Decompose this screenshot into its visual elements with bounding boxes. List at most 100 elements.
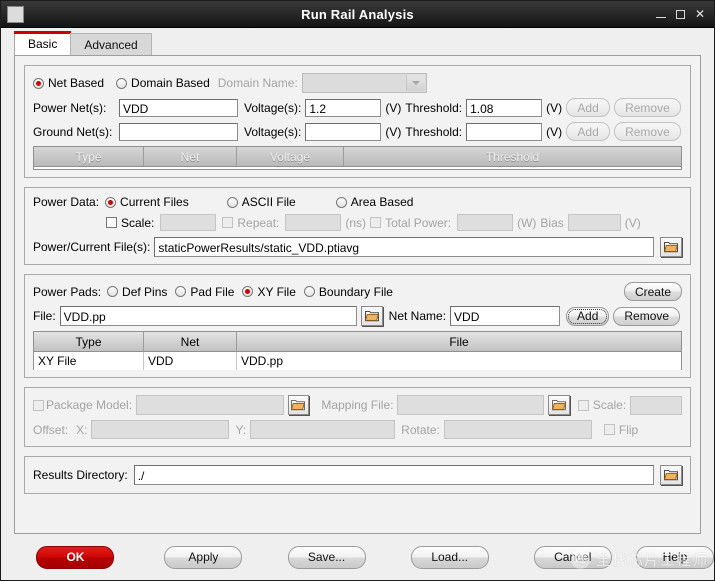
load-button[interactable]: Load...	[410, 545, 489, 569]
results-input[interactable]: ./	[133, 465, 654, 485]
pads-table-body: XY File VDD VDD.pp	[34, 352, 681, 370]
save-button[interactable]: Save...	[287, 545, 366, 569]
pads-table-header-file: File	[449, 334, 469, 349]
ground-net-label: Ground Net(s):	[33, 124, 113, 139]
power-net-input[interactable]: VDD	[119, 98, 238, 117]
dialog-button-bar: OK Apply Save... Load... Cancel Help	[1, 534, 714, 580]
chevron-down-icon[interactable]	[405, 75, 425, 91]
power-file-browse-button[interactable]	[660, 237, 682, 257]
package-scale-input[interactable]	[630, 395, 683, 415]
power-file-input[interactable]: staticPowerResults/static_VDD.ptiavg	[154, 237, 654, 257]
package-model-input[interactable]	[136, 395, 284, 415]
pads-row-type: XY File	[34, 352, 144, 370]
total-power-checkbox[interactable]	[370, 217, 382, 228]
pads-table[interactable]: Type Net File XY File VDD VDD.pp	[33, 331, 682, 370]
power-net-row: Power Net(s): VDD Voltage(s): 1.2 (V) Th…	[33, 98, 682, 117]
package-model-browse-button[interactable]	[287, 395, 310, 415]
pad-remove-button[interactable]: Remove	[613, 306, 681, 326]
net-based-label[interactable]: Net Based	[48, 76, 104, 90]
ground-add-button[interactable]: Add	[566, 122, 611, 141]
maximize-icon[interactable]	[675, 9, 685, 19]
ok-button-label: OK	[66, 550, 85, 564]
boundary-file-label[interactable]: Boundary File	[319, 285, 393, 299]
ok-button[interactable]: OK	[36, 545, 115, 569]
domain-based-label[interactable]: Domain Based	[131, 76, 210, 90]
boundary-file-radio[interactable]	[303, 286, 315, 297]
domain-name-select[interactable]	[301, 73, 427, 93]
current-files-radio[interactable]	[105, 196, 117, 208]
tab-bar: Basic Advanced	[1, 28, 714, 55]
create-button[interactable]: Create	[623, 282, 682, 301]
apply-button[interactable]: Apply	[164, 545, 243, 569]
power-threshold-input[interactable]: 1.08	[466, 98, 543, 117]
def-pins-radio[interactable]	[107, 286, 119, 297]
def-pins-label[interactable]: Def Pins	[122, 285, 167, 299]
pads-table-header-net: Net	[144, 332, 237, 351]
power-data-label: Power Data:	[33, 195, 100, 209]
xy-file-label[interactable]: XY File	[257, 285, 295, 299]
power-threshold-unit: (V)	[546, 100, 563, 115]
current-files-label[interactable]: Current Files	[120, 195, 189, 209]
net-name-label: Net Name:	[388, 309, 447, 323]
ground-threshold-input[interactable]	[466, 122, 543, 141]
net-based-radio[interactable]	[33, 77, 44, 89]
mapping-file-browse-button[interactable]	[547, 395, 570, 415]
package-scale-label: Scale:	[592, 398, 627, 412]
package-scale-checkbox[interactable]	[577, 399, 589, 411]
help-button[interactable]: Help	[635, 545, 714, 569]
table-row[interactable]: XY File VDD VDD.pp	[34, 352, 681, 370]
offset-x-label: X:	[76, 422, 88, 437]
tab-advanced[interactable]: Advanced	[70, 33, 152, 55]
package-model-row: Package Model: Mapping File: Scale:	[33, 395, 683, 415]
folder-icon	[664, 242, 678, 253]
domain-based-radio[interactable]	[116, 77, 128, 89]
title-bar: Run Rail Analysis ✕	[1, 1, 714, 28]
results-browse-button[interactable]	[660, 465, 682, 485]
pad-file-browse-button[interactable]	[360, 306, 383, 326]
repeat-checkbox[interactable]	[222, 217, 234, 228]
net-table-header-net: Net	[144, 147, 237, 166]
ascii-file-label[interactable]: ASCII File	[242, 195, 296, 209]
window-controls: ✕	[655, 8, 705, 20]
pad-file-radio[interactable]	[175, 286, 187, 297]
ascii-file-radio[interactable]	[226, 196, 238, 208]
tab-basic[interactable]: Basic	[14, 31, 72, 55]
package-model-checkbox[interactable]	[33, 399, 44, 411]
basic-tab-panel: Net Based Domain Based Domain Name: Powe…	[14, 55, 701, 534]
ground-net-input[interactable]	[119, 122, 238, 141]
bias-input[interactable]	[567, 214, 621, 231]
power-voltage-input[interactable]: 1.2	[305, 98, 382, 117]
pad-file-input[interactable]: VDD.pp	[59, 306, 357, 326]
scale-input[interactable]	[160, 214, 217, 231]
ground-voltage-label: Voltage(s):	[244, 124, 302, 139]
power-add-button[interactable]: Add	[566, 98, 611, 117]
pad-add-button[interactable]: Add	[566, 306, 610, 326]
net-name-input[interactable]: VDD	[450, 306, 561, 326]
flip-checkbox[interactable]	[603, 424, 615, 435]
ground-voltage-input[interactable]	[305, 122, 382, 141]
folder-icon	[291, 400, 306, 411]
close-icon[interactable]: ✕	[695, 8, 705, 20]
cancel-button-label: Cancel	[554, 550, 592, 564]
area-based-label[interactable]: Area Based	[351, 195, 414, 209]
area-based-radio[interactable]	[335, 196, 347, 208]
rotate-input[interactable]	[443, 420, 592, 439]
power-remove-button[interactable]: Remove	[614, 98, 681, 117]
offset-y-input[interactable]	[250, 420, 396, 439]
mapping-file-input[interactable]	[397, 395, 544, 415]
power-voltage-label: Voltage(s):	[244, 100, 302, 115]
repeat-input[interactable]	[285, 214, 342, 231]
pad-file-label[interactable]: Pad File	[190, 285, 234, 299]
scale-checkbox[interactable]	[106, 217, 117, 228]
offset-x-input[interactable]	[91, 420, 230, 439]
total-power-input[interactable]	[457, 214, 514, 231]
pads-table-header-type: Type	[34, 332, 144, 351]
folder-icon	[664, 470, 678, 481]
cancel-button[interactable]: Cancel	[533, 545, 612, 569]
ground-threshold-unit: (V)	[546, 124, 563, 139]
minimize-icon[interactable]	[655, 10, 666, 19]
ground-remove-button[interactable]: Remove	[614, 122, 681, 141]
net-table[interactable]: Type Net Voltage Threshold	[33, 146, 682, 170]
power-data-params-row: Scale: Repeat: (ns) Total Power: (W) Bia…	[33, 214, 682, 231]
xy-file-radio[interactable]	[242, 286, 254, 297]
